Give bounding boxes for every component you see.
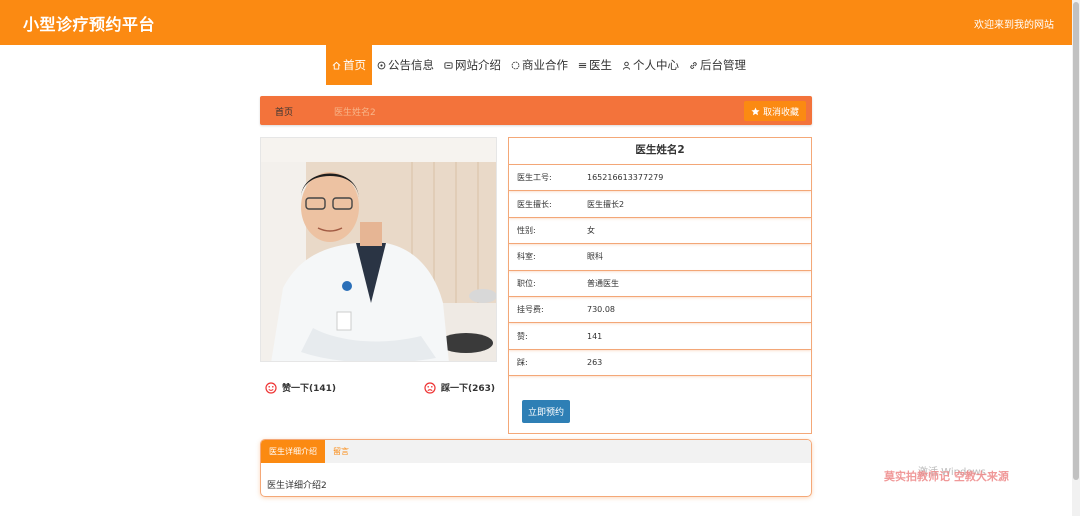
like-button[interactable]: 赞一下(141) <box>265 381 336 394</box>
info-row-position: 职位: 普通医生 <box>509 271 811 297</box>
detail-tabs: 医生详细介绍 留言 医生详细介绍2 <box>260 439 812 497</box>
cancel-favorite-label: 取消收藏 <box>762 107 799 118</box>
info-row-specialty: 医生擅长: 医生擅长2 <box>509 191 811 218</box>
nav-item-about[interactable]: 网站介绍 <box>439 45 506 85</box>
info-label: 赞: <box>517 331 528 341</box>
nav-item-cooperation[interactable]: 商业合作 <box>506 45 573 85</box>
nav-item-label: 公告信息 <box>388 58 434 72</box>
info-label: 踩: <box>517 357 528 367</box>
info-row-gender: 性别: 女 <box>509 218 811 245</box>
nav-item-label: 后台管理 <box>700 58 746 72</box>
info-row-fee: 挂号费: 730.08 <box>509 297 811 324</box>
tab-content: 医生详细介绍2 <box>267 481 327 491</box>
dislike-label: 踩一下(263) <box>441 384 496 394</box>
nav-item-label: 网站介绍 <box>455 58 501 72</box>
scrollbar-thumb[interactable] <box>1073 2 1079 480</box>
tab-comments[interactable]: 留言 <box>325 440 357 463</box>
nav-item-admin[interactable]: 后台管理 <box>684 45 751 85</box>
nav-item-label: 医生 <box>589 58 612 72</box>
info-icon <box>444 61 453 69</box>
cooperation-icon <box>511 61 520 69</box>
info-value: 730.08 <box>587 305 615 315</box>
info-label: 性别: <box>517 225 536 235</box>
link-icon <box>690 61 697 69</box>
info-label: 科室: <box>517 252 536 262</box>
breadcrumb-home[interactable]: 首页 <box>275 105 293 118</box>
info-row-dislikes: 踩: 263 <box>509 350 811 377</box>
cancel-favorite-button[interactable]: 取消收藏 <box>743 101 806 121</box>
info-row-department: 科室: 眼科 <box>509 244 811 271</box>
info-value: 普通医生 <box>587 278 619 288</box>
tab-bar: 医生详细介绍 留言 <box>261 440 811 463</box>
welcome-text: 欢迎来到我的网站 <box>974 20 1054 31</box>
info-label: 医生工号: <box>517 173 552 183</box>
smile-icon <box>265 381 277 394</box>
info-value: 263 <box>587 357 603 367</box>
top-header-bar: 小型诊疗预约平台 欢迎来到我的网站 <box>0 0 1072 45</box>
nav-item-doctors[interactable]: 医生 <box>573 45 617 85</box>
main-nav: 首页 公告信息 网站介绍 商业合作 医生 个人中心 后台管理 <box>326 45 751 85</box>
doctor-photo <box>260 137 497 362</box>
user-icon <box>622 61 631 70</box>
nav-item-announcements[interactable]: 公告信息 <box>372 45 439 85</box>
breadcrumb: 首页 医生姓名2 取消收藏 <box>260 96 812 125</box>
doctor-name: 医生姓名2 <box>509 138 811 165</box>
info-label: 职位: <box>517 278 536 288</box>
site-title[interactable]: 小型诊疗预约平台 <box>23 11 155 35</box>
tab-doctor-detail[interactable]: 医生详细介绍 <box>261 440 325 463</box>
nav-item-label: 个人中心 <box>633 58 679 72</box>
info-value: 女 <box>587 225 595 235</box>
book-now-button[interactable]: 立即预约 <box>522 400 570 423</box>
page-scrollbar[interactable] <box>1072 0 1080 516</box>
dislike-button[interactable]: 踩一下(263) <box>424 381 495 394</box>
info-value: 医生擅长2 <box>587 199 625 209</box>
frown-icon <box>424 381 436 394</box>
info-value: 141 <box>587 331 603 341</box>
home-icon <box>332 61 341 70</box>
doctor-info-panel: 医生姓名2 医生工号: 1652166133772​79 医生擅长: 医生擅长2 性… <box>508 137 812 434</box>
like-label: 赞一下(141) <box>282 384 337 394</box>
info-row-id: 医生工号: 1652166133772​79 <box>509 165 811 192</box>
announcement-icon <box>377 61 386 69</box>
info-row-likes: 赞: 141 <box>509 323 811 350</box>
info-value: 眼科 <box>587 252 603 262</box>
doctor-icon <box>578 62 587 68</box>
nav-item-label: 首页 <box>343 58 366 72</box>
info-value: 1652166133772​79 <box>587 173 664 183</box>
info-label: 挂号费: <box>517 305 544 315</box>
nav-item-user-center[interactable]: 个人中心 <box>617 45 684 85</box>
nav-item-home[interactable]: 首页 <box>326 45 372 85</box>
nav-item-label: 商业合作 <box>522 58 568 72</box>
overlay-watermark: 莫实拍教师记 空教大来源 <box>884 470 1009 483</box>
doctor-portrait-image <box>261 138 496 361</box>
info-label: 医生擅长: <box>517 199 552 209</box>
star-icon <box>751 107 760 115</box>
breadcrumb-current: 医生姓名2 <box>334 108 376 118</box>
